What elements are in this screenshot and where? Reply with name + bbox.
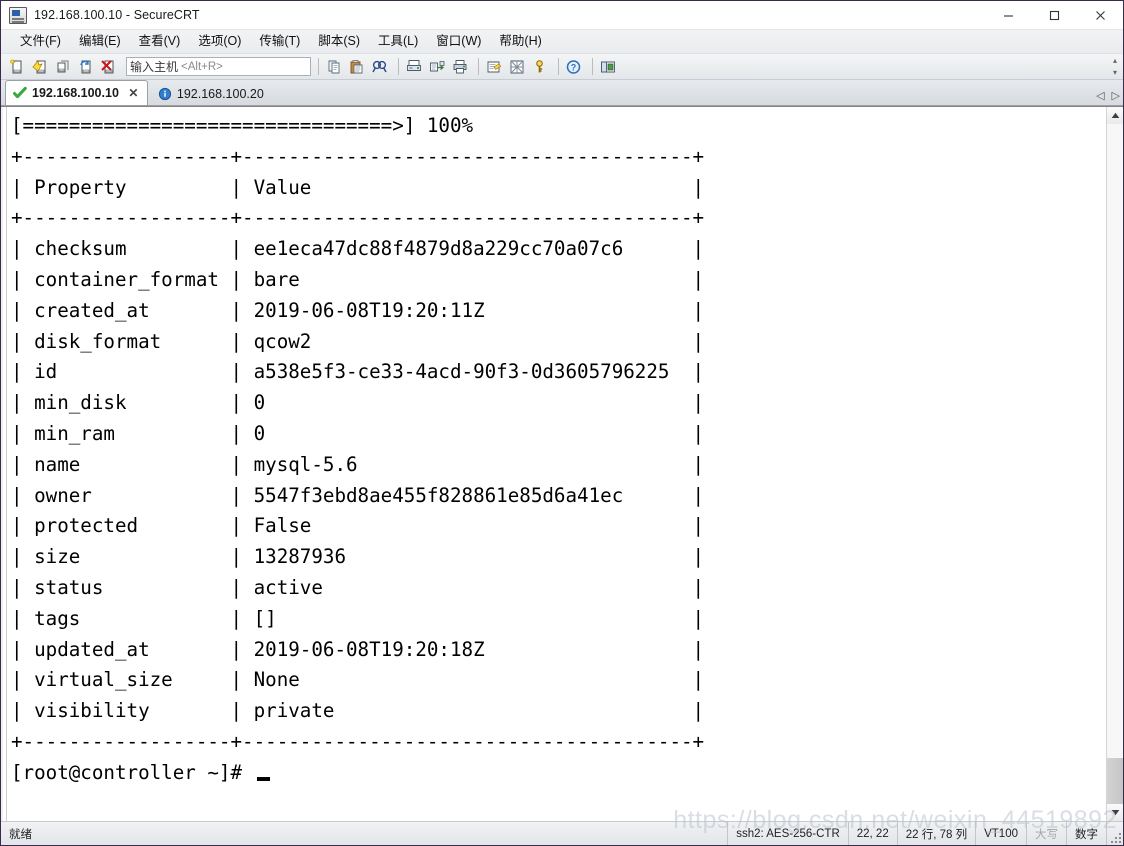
- menu-item-options[interactable]: 选项(O): [189, 32, 250, 52]
- window-title: 192.168.100.10 - SecureCRT: [34, 8, 200, 22]
- terminal-line: | visibility | private |: [11, 699, 705, 723]
- status-bar: 就绪 ssh2: AES-256-CTR 22, 22 22 行, 78 列 V…: [1, 821, 1123, 845]
- session-options-icon[interactable]: [484, 57, 506, 77]
- terminal-cursor: [256, 776, 270, 781]
- toolbar-separator-1: [318, 58, 319, 75]
- terminal-line: | owner | 5547f3ebd8ae455f828861e85d6a41…: [11, 483, 705, 507]
- log-session-icon[interactable]: [427, 57, 449, 77]
- tab-192-168-100-10[interactable]: 192.168.100.10 ✕: [5, 80, 148, 105]
- tab-label: 192.168.100.10: [32, 86, 119, 100]
- resize-grip[interactable]: [1107, 822, 1123, 845]
- connected-check-icon: [13, 86, 27, 100]
- info-circle-icon: [158, 87, 172, 101]
- terminal-line: | id | a538e5f3-ce33-4acd-90f3-0d3605796…: [11, 360, 705, 384]
- menu-item-tools[interactable]: 工具(L): [369, 32, 427, 52]
- svg-text:?: ?: [571, 62, 577, 72]
- chevron-up-icon: ▴: [1112, 56, 1117, 65]
- terminal-line: +------------------+--------------------…: [11, 206, 705, 230]
- status-emulation: VT100: [976, 822, 1027, 845]
- terminal-prompt-line: [root@controller ~]#: [11, 758, 1106, 789]
- new-session-icon[interactable]: [7, 57, 29, 77]
- paste-icon[interactable]: [347, 57, 369, 77]
- minimize-button[interactable]: [985, 1, 1031, 30]
- quick-connect-icon[interactable]: [30, 57, 52, 77]
- terminal-line: | min_disk | 0 |: [11, 391, 705, 415]
- menu-bar: 文件(F) 编辑(E) 查看(V) 选项(O) 传输(T) 脚本(S) 工具(L…: [1, 30, 1123, 54]
- terminal-line: +------------------+--------------------…: [11, 144, 705, 168]
- terminal-scrollbar[interactable]: [1106, 107, 1123, 821]
- scrollbar-thumb[interactable]: [1107, 758, 1123, 804]
- terminal-line: | min_ram | 0 |: [11, 421, 705, 445]
- toolbar-separator-4: [558, 58, 559, 75]
- menu-item-edit[interactable]: 编辑(E): [70, 32, 130, 52]
- menu-item-transfer[interactable]: 传输(T): [250, 32, 309, 52]
- status-dimensions: 22 行, 78 列: [898, 822, 977, 845]
- status-cursor-pos: 22, 22: [849, 822, 898, 845]
- status-caps-lock: 大写: [1027, 822, 1067, 845]
- session-manager-icon[interactable]: [598, 57, 620, 77]
- terminal-screen[interactable]: [================================>] 100%…: [1, 107, 1106, 821]
- key-icon[interactable]: [530, 57, 552, 77]
- tab-bar: 192.168.100.10 ✕ 192.168.100.20 ◁ ▷: [1, 80, 1123, 106]
- tool-bar: 输入主机 <Alt+R> ? ▴ ▾: [1, 54, 1123, 80]
- toolbar-separator-3: [478, 58, 479, 75]
- terminal-area: [================================>] 100%…: [1, 106, 1123, 821]
- tab-scroll-controls: ◁ ▷: [1096, 91, 1120, 102]
- clone-session-icon[interactable]: [53, 57, 75, 77]
- maximize-button[interactable]: [1031, 1, 1077, 30]
- print-screen-icon[interactable]: [404, 57, 426, 77]
- host-input[interactable]: 输入主机 <Alt+R>: [126, 57, 311, 76]
- toolbar-overflow-chevrons[interactable]: ▴ ▾: [1109, 56, 1121, 78]
- tab-scroll-left-icon[interactable]: ◁: [1096, 91, 1104, 102]
- status-num-lock: 数字: [1067, 822, 1107, 845]
- terminal-line: | created_at | 2019-06-08T19:20:11Z |: [11, 298, 705, 322]
- tab-192-168-100-20[interactable]: 192.168.100.20: [150, 81, 272, 105]
- disconnect-icon[interactable]: [99, 57, 121, 77]
- close-button[interactable]: [1077, 1, 1123, 30]
- terminal-line: | tags | [] |: [11, 606, 705, 630]
- terminal-line: | container_format | bare |: [11, 267, 705, 291]
- terminal-line: | updated_at | 2019-06-08T19:20:18Z |: [11, 637, 705, 661]
- window-controls: [985, 1, 1123, 30]
- terminal-line: [================================>] 100%: [11, 114, 474, 137]
- menu-item-help[interactable]: 帮助(H): [490, 32, 550, 52]
- status-ready: 就绪: [1, 822, 729, 845]
- menu-item-file[interactable]: 文件(F): [11, 32, 70, 52]
- menu-item-window[interactable]: 窗口(W): [427, 32, 490, 52]
- terminal-line: | name | mysql-5.6 |: [11, 452, 705, 476]
- host-input-shortcut-hint: <Alt+R>: [181, 60, 223, 73]
- terminal-line: | virtual_size | None |: [11, 668, 705, 692]
- tab-label: 192.168.100.20: [176, 86, 264, 101]
- terminal-line: | protected | False |: [11, 514, 705, 538]
- securecrt-icon: [9, 6, 27, 24]
- terminal-line: | size | 13287936 |: [11, 545, 705, 569]
- scroll-up-icon[interactable]: [1107, 107, 1123, 124]
- terminal-line: | Property | Value |: [11, 175, 705, 199]
- terminal-line: | disk_format | qcow2 |: [11, 329, 705, 353]
- menu-item-view[interactable]: 查看(V): [130, 32, 190, 52]
- tab-scroll-right-icon[interactable]: ▷: [1112, 91, 1120, 102]
- terminal-line: | checksum | ee1eca47dc88f4879d8a229cc70…: [11, 237, 705, 261]
- global-options-icon[interactable]: [507, 57, 529, 77]
- help-icon[interactable]: ?: [564, 57, 586, 77]
- shell-prompt: [root@controller ~]#: [11, 760, 254, 784]
- print-icon[interactable]: [450, 57, 472, 77]
- title-bar: 192.168.100.10 - SecureCRT: [1, 1, 1123, 30]
- scrollbar-track[interactable]: [1107, 124, 1123, 804]
- reconnect-icon[interactable]: [76, 57, 98, 77]
- toolbar-separator-2: [398, 58, 399, 75]
- find-icon[interactable]: [370, 57, 392, 77]
- tab-close-icon[interactable]: ✕: [127, 87, 140, 100]
- terminal-line: +------------------+--------------------…: [11, 729, 705, 753]
- chevron-down-icon: ▾: [1112, 68, 1117, 77]
- status-cipher: ssh2: AES-256-CTR: [728, 822, 849, 845]
- host-input-placeholder: 输入主机: [130, 60, 179, 74]
- menu-item-script[interactable]: 脚本(S): [309, 32, 369, 52]
- terminal-line: | status | active |: [11, 575, 705, 599]
- scroll-down-icon[interactable]: [1107, 804, 1123, 821]
- copy-icon[interactable]: [324, 57, 346, 77]
- toolbar-separator-5: [592, 58, 593, 75]
- securecrt-window: 192.168.100.10 - SecureCRT 文件(F) 编辑(E) 查…: [0, 0, 1124, 846]
